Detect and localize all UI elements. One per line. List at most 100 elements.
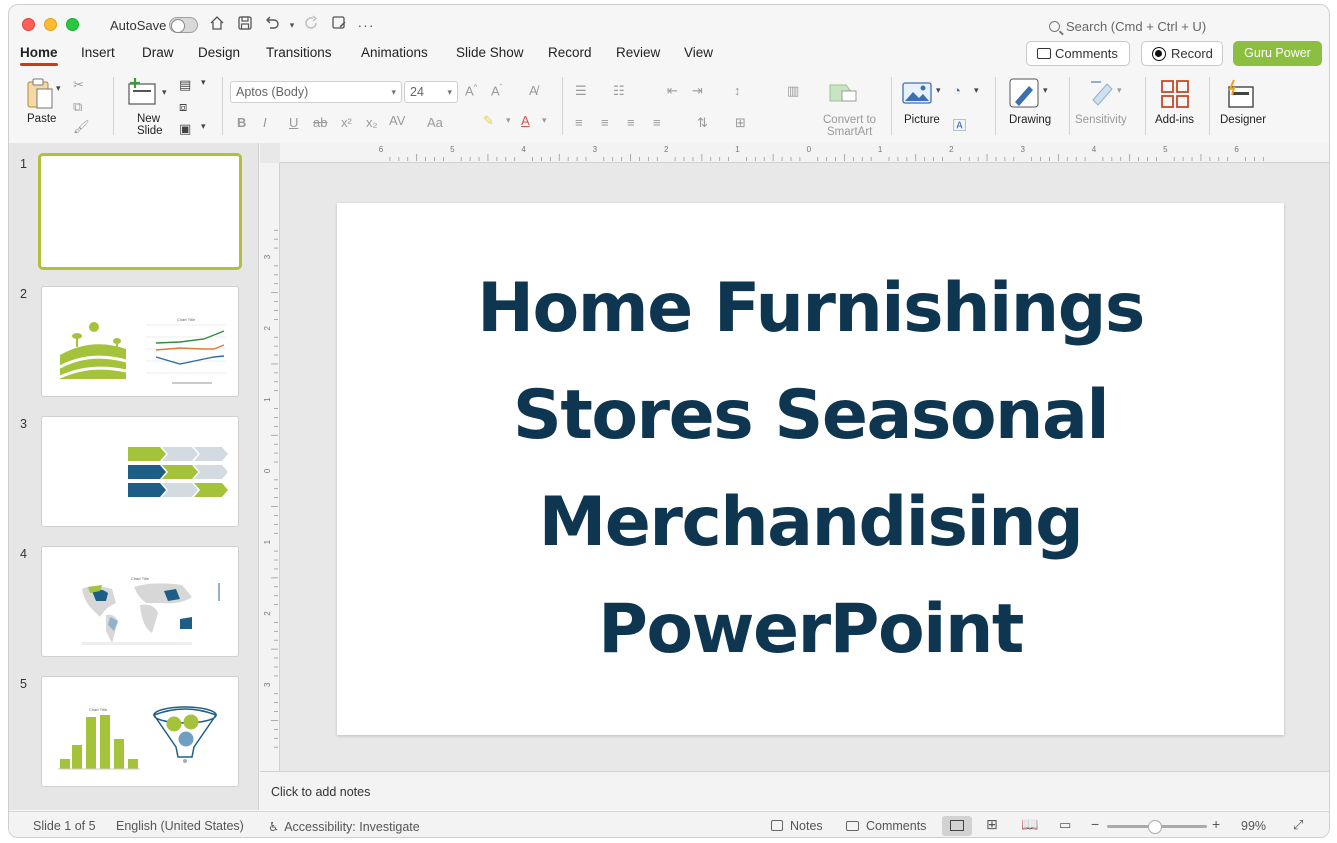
tab-transitions[interactable]: Transitions [266, 45, 332, 60]
slide-thumbnail-panel[interactable]: 1 2 Chart Title 3 4 Chart Title 5 Chart … [9, 143, 259, 810]
increase-indent-icon[interactable]: ⇥ [692, 83, 703, 99]
align-left-icon[interactable]: ≡ [575, 115, 583, 130]
addins-icon[interactable] [1160, 79, 1190, 109]
layout-dropdown-chevron-icon[interactable]: ▾ [201, 77, 206, 88]
language-indicator[interactable]: English (United States) [116, 819, 244, 833]
align-text-icon[interactable]: ⊞ [735, 115, 746, 131]
tab-slide-show[interactable]: Slide Show [456, 45, 524, 60]
section-icon[interactable]: ▣ [179, 121, 191, 137]
vertical-ruler[interactable]: 3 2 1 0 1 2 3 [260, 163, 280, 771]
close-window-button[interactable] [22, 18, 35, 31]
tab-design[interactable]: Design [198, 45, 240, 60]
cut-icon[interactable]: ✂ [73, 77, 84, 93]
record-button[interactable]: Record [1141, 41, 1223, 66]
tab-review[interactable]: Review [616, 45, 660, 60]
tab-home[interactable]: Home [20, 45, 58, 66]
notes-pane[interactable]: Click to add notes [260, 771, 1329, 810]
save-icon[interactable] [235, 15, 255, 35]
slide-title-placeholder[interactable]: Home Furnishings Stores Seasonal Merchan… [391, 255, 1231, 683]
sensitivity-dropdown-chevron-icon[interactable]: ▾ [1117, 85, 1122, 96]
font-name-combo[interactable]: Aptos (Body) ▾ [230, 81, 402, 103]
guru-power-button[interactable]: Guru Power [1233, 41, 1322, 66]
reset-slide-icon[interactable]: ⧈ [179, 99, 187, 115]
columns-icon[interactable]: ▥ [787, 83, 799, 99]
new-slide-icon[interactable] [127, 77, 157, 107]
font-size-combo[interactable]: 24 ▾ [404, 81, 458, 103]
new-slide-dropdown-chevron-icon[interactable]: ▾ [162, 87, 167, 98]
font-color-dropdown-chevron-icon[interactable]: ▾ [542, 115, 547, 126]
slide-sorter-view-icon[interactable]: ⊞ [986, 816, 998, 833]
copy-icon[interactable]: ⧉ [73, 99, 82, 115]
comments-button[interactable]: Comments [1026, 41, 1130, 66]
zoom-in-button[interactable]: + [1212, 816, 1220, 832]
minimize-window-button[interactable] [44, 18, 57, 31]
comments-toggle-button[interactable]: Comments [846, 819, 926, 833]
underline-icon[interactable]: U [289, 115, 298, 130]
text-box-icon[interactable]: 🄰 [953, 115, 966, 134]
drawing-dropdown-chevron-icon[interactable]: ▾ [1043, 85, 1048, 96]
customize-save-icon[interactable] [329, 15, 349, 35]
bold-icon[interactable]: B [237, 115, 246, 130]
line-spacing-icon[interactable]: ↕ [734, 83, 741, 98]
fit-to-window-icon[interactable]: ⤢ [1293, 817, 1303, 833]
normal-view-button[interactable] [942, 816, 972, 836]
justify-icon[interactable]: ≡ [653, 115, 661, 130]
align-right-icon[interactable]: ≡ [627, 115, 635, 130]
autosave-toggle[interactable] [169, 17, 198, 33]
accessibility-status[interactable]: ♿ Accessibility: Investigate [268, 819, 420, 834]
zoom-window-button[interactable] [66, 18, 79, 31]
superscript-icon[interactable]: x² [341, 115, 352, 130]
zoom-slider-handle[interactable] [1148, 820, 1162, 834]
shapes-dropdown-chevron-icon[interactable]: ▾ [974, 85, 979, 96]
change-case-icon[interactable]: Aa [427, 115, 443, 130]
undo-icon[interactable] [262, 15, 282, 35]
tab-record[interactable]: Record [548, 45, 592, 60]
slideshow-view-icon[interactable]: ▭ [1059, 817, 1071, 833]
designer-icon[interactable] [1225, 79, 1255, 109]
highlight-dropdown-chevron-icon[interactable]: ▾ [506, 115, 511, 126]
horizontal-ruler[interactable]: 6 5 4 3 2 1 0 1 2 3 4 5 6 [280, 143, 1329, 163]
paste-icon[interactable] [25, 77, 55, 111]
layout-icon[interactable]: ▤ [179, 77, 191, 93]
smartart-icon[interactable] [828, 81, 858, 105]
slide-thumbnail-4[interactable]: Chart Title [41, 546, 239, 657]
increase-font-size-icon[interactable]: A^ [465, 83, 477, 98]
search-box[interactable]: Search (Cmd + Ctrl + U) [1049, 19, 1206, 34]
current-slide-canvas[interactable]: Home Furnishings Stores Seasonal Merchan… [337, 203, 1284, 735]
undo-dropdown-chevron-icon[interactable]: ▾ [282, 15, 302, 35]
clear-formatting-icon[interactable]: A̸ [529, 83, 538, 98]
subscript-icon[interactable]: x₂ [366, 115, 378, 130]
drawing-icon[interactable] [1009, 78, 1039, 108]
italic-icon[interactable]: I [263, 115, 267, 130]
align-center-icon[interactable]: ≡ [601, 115, 609, 130]
zoom-level[interactable]: 99% [1241, 819, 1266, 833]
font-color-icon[interactable]: A [521, 113, 530, 128]
format-painter-icon[interactable]: 🖌 [73, 119, 90, 135]
highlight-icon[interactable]: ✎ [483, 113, 494, 129]
decrease-font-size-icon[interactable]: Aˇ [491, 83, 502, 98]
slide-thumbnail-2[interactable]: Chart Title [41, 286, 239, 397]
tab-animations[interactable]: Animations [361, 45, 428, 60]
slide-thumbnail-1[interactable] [38, 153, 242, 270]
more-options-icon[interactable]: ··· [356, 15, 376, 35]
sensitivity-icon[interactable] [1087, 78, 1115, 106]
reading-view-icon[interactable]: 📖 [1021, 816, 1038, 833]
picture-dropdown-chevron-icon[interactable]: ▾ [936, 85, 941, 96]
shapes-icon[interactable]: ◔ [953, 83, 961, 98]
home-icon[interactable] [207, 15, 227, 35]
decrease-indent-icon[interactable]: ⇤ [667, 83, 678, 99]
notes-toggle-button[interactable]: Notes [771, 819, 823, 833]
tab-insert[interactable]: Insert [81, 45, 115, 60]
slide-thumbnail-5[interactable]: Chart Title [41, 676, 239, 787]
numbering-icon[interactable]: ☷ [613, 83, 625, 99]
strikethrough-icon[interactable]: ab [313, 115, 327, 130]
zoom-out-button[interactable]: − [1091, 816, 1099, 832]
picture-icon[interactable] [902, 81, 932, 105]
section-dropdown-chevron-icon[interactable]: ▾ [201, 121, 206, 132]
tab-view[interactable]: View [684, 45, 713, 60]
paste-dropdown-chevron-icon[interactable]: ▾ [56, 83, 61, 94]
bullets-icon[interactable]: ☰ [575, 83, 587, 99]
tab-draw[interactable]: Draw [142, 45, 174, 60]
character-spacing-icon[interactable]: AV [389, 113, 405, 128]
redo-icon[interactable] [302, 15, 322, 35]
